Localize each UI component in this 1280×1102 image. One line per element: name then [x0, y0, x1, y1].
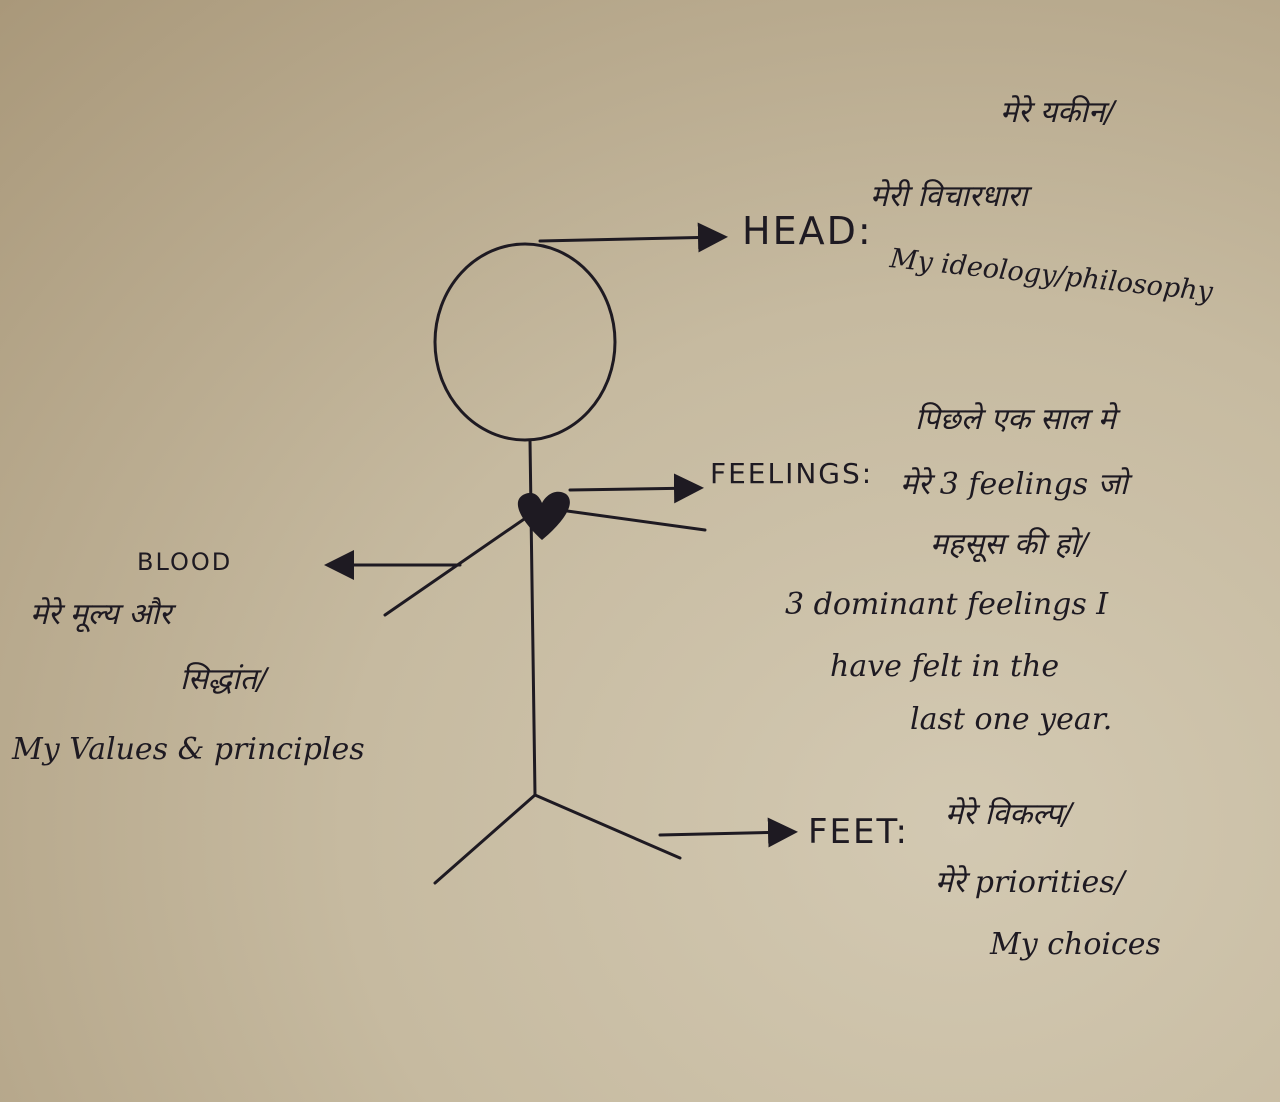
feet-hindi-1: मेरे विकल्प/: [945, 797, 1073, 832]
blood-hindi-2: सिद्धांत/: [180, 662, 267, 697]
feelings-arrow: [568, 473, 704, 504]
head-label: HEAD:: [742, 209, 873, 253]
feelings-label: FEELINGS:: [710, 457, 874, 490]
feelings-hindi-2: मेरे 3 feelings जो: [900, 467, 1128, 502]
feelings-english-3: last one year.: [910, 702, 1113, 737]
feet-arrow: [658, 817, 798, 848]
right-leg: [533, 793, 682, 860]
feelings-hindi-1: पिछले एक साल मे: [915, 402, 1116, 437]
head-hindi-1: मेरे यकीन/: [1000, 95, 1115, 130]
blood-hindi-1: मेरे मूल्य और: [30, 597, 172, 632]
head-arrow: [538, 222, 728, 253]
feet-hindi-2: मेरे priorities/: [935, 865, 1125, 900]
blood-english: My Values & principles: [12, 732, 365, 767]
right-arm: [558, 508, 707, 532]
blood-label: BLOOD: [137, 548, 233, 576]
heart-icon: [517, 491, 570, 540]
feelings-hindi-3: महसूस की हो/: [930, 527, 1089, 562]
left-leg: [433, 793, 537, 885]
feelings-english-2: have felt in the: [830, 649, 1060, 684]
feelings-english-1: 3 dominant feelings I: [785, 587, 1109, 622]
feet-english: My choices: [990, 927, 1161, 962]
feet-label: FEET:: [808, 812, 910, 852]
head-circle: [433, 242, 617, 442]
head-hindi-2: मेरी विचारधारा: [870, 179, 1028, 214]
